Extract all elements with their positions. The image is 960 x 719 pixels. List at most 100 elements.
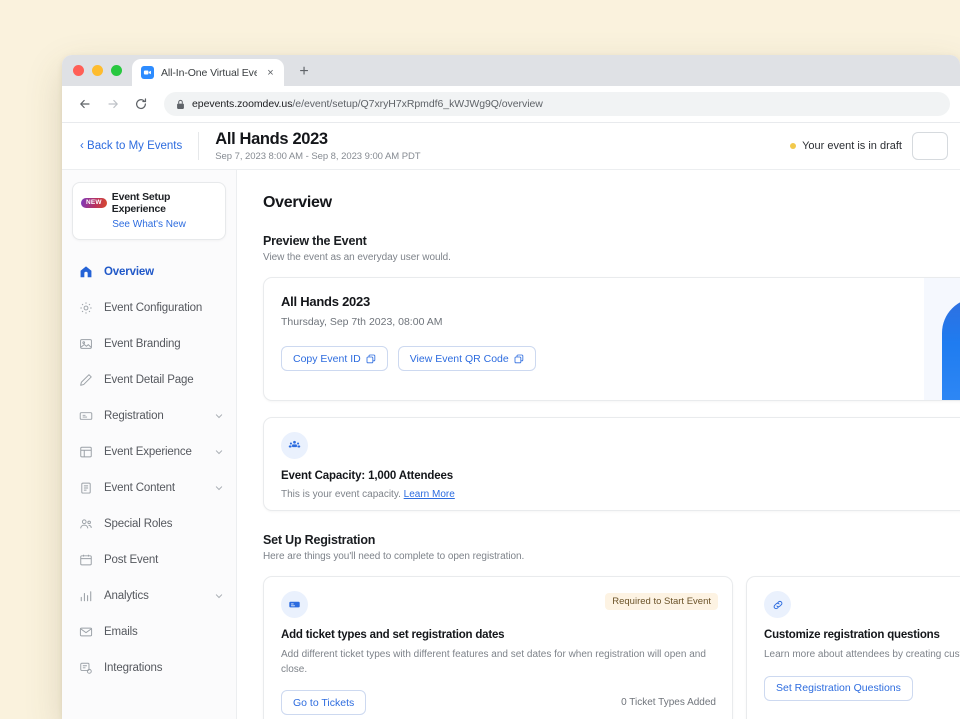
registration-section-head: Set Up Registration Here are things you'… [263,533,960,562]
registration-card-description: Add different ticket types with differen… [281,648,709,677]
status-text: Your event is in draft [802,140,902,152]
gear-icon [79,301,93,315]
browser-window: All-In-One Virtual Event Platfo × + [62,55,960,719]
status-dot-icon [790,143,796,149]
promo-title: Event Setup Experience [112,191,217,215]
sidebar-item-event-branding[interactable]: Event Branding [62,326,236,362]
browser-toolbar: epevents.zoomdev.us/e/event/setup/Q7xryH… [62,86,960,123]
ticket-types-count: 0 Ticket Types Added [621,697,716,708]
integrations-icon [79,661,93,675]
registration-card-footer: Set Registration Questions [764,676,960,701]
header-divider [198,132,199,160]
copy-event-id-label: Copy Event ID [293,353,361,365]
home-icon [79,265,93,279]
see-whats-new-link[interactable]: See What's New [81,219,217,230]
registration-card-title: Add ticket types and set registration da… [281,629,716,641]
sidebar-item-label: Overview [104,266,224,278]
app-body: NEW Event Setup Experience See What's Ne… [62,170,960,719]
sidebar-item-event-experience[interactable]: Event Experience [62,434,236,470]
sidebar-item-registration[interactable]: Registration [62,398,236,434]
capacity-description: This is your event capacity. Learn More [281,489,960,500]
close-icon[interactable]: × [264,66,277,79]
sidebar-item-event-content[interactable]: Event Content [62,470,236,506]
sidebar-item-event-configuration[interactable]: Event Configuration [62,290,236,326]
registration-card-footer: Go to Tickets 0 Ticket Types Added [281,690,716,715]
registration-section-title: Set Up Registration [263,533,960,547]
browser-tab[interactable]: All-In-One Virtual Event Platfo × [132,59,284,86]
back-icon[interactable] [72,91,98,117]
header-actions: Your event is in draft [790,132,948,160]
new-tab-button[interactable]: + [291,59,317,85]
minimize-window-button[interactable] [92,65,103,76]
sidebar-item-label: Registration [104,410,203,422]
preview-section-sub: View the event as an everyday user would… [263,252,960,263]
ticket-card-icon [281,591,308,618]
preview-event-date: Thursday, Sep 7th 2023, 08:00 AM [281,316,924,328]
people-group-icon [281,432,308,459]
browser-tab-strip: All-In-One Virtual Event Platfo × + [62,55,960,86]
capacity-title: Event Capacity: 1,000 Attendees [281,470,960,482]
event-preview-card: All Hands 2023 Thursday, Sep 7th 2023, 0… [263,277,960,401]
url-path: /e/event/setup/Q7xryH7xRpmdf6_kWJWg9Q/ov… [292,98,542,110]
sidebar-item-label: Event Branding [104,338,224,350]
browser-tab-title: All-In-One Virtual Event Platfo [161,67,257,79]
copy-icon [514,354,524,364]
window-traffic-lights [71,55,132,86]
preview-section-title: Preview the Event [263,234,960,248]
sidebar-item-label: Event Detail Page [104,374,224,386]
clipboard-icon [79,481,93,495]
sidebar-item-integrations[interactable]: Integrations [62,650,236,686]
sidebar-item-overview[interactable]: Overview [62,254,236,290]
registration-card-description: Learn more about attendees by creating c… [764,648,960,663]
chevron-down-icon [214,411,224,421]
sidebar-item-event-detail-page[interactable]: Event Detail Page [62,362,236,398]
app-header: ‹ Back to My Events All Hands 2023 Sep 7… [62,123,960,170]
sidebar-item-analytics[interactable]: Analytics [62,578,236,614]
new-badge: NEW [81,198,107,209]
sidebar-item-label: Integrations [104,662,224,674]
url-domain: epevents.zoomdev.us [192,98,292,110]
status-badge: Your event is in draft [790,140,902,152]
registration-section-sub: Here are things you'll need to complete … [263,551,960,562]
chevron-down-icon [214,447,224,457]
web-app: ‹ Back to My Events All Hands 2023 Sep 7… [62,123,960,719]
overview-heading: Overview [263,194,960,212]
set-registration-questions-button[interactable]: Set Registration Questions [764,676,913,701]
reload-icon[interactable] [128,91,154,117]
copy-icon [366,354,376,364]
view-event-qr-code-button[interactable]: View Event QR Code [398,346,536,371]
address-bar[interactable]: epevents.zoomdev.us/e/event/setup/Q7xryH… [164,92,950,116]
maximize-window-button[interactable] [111,65,122,76]
view-qr-label: View Event QR Code [410,353,509,365]
preview-section-head: Preview the Event View the event as an e… [263,234,960,263]
calendar-grid-icon [79,445,93,459]
learn-more-link[interactable]: Learn More [404,489,455,500]
image-icon [79,337,93,351]
lock-icon [176,99,185,110]
copy-event-id-button[interactable]: Copy Event ID [281,346,388,371]
sidebar: NEW Event Setup Experience See What's Ne… [62,170,237,719]
go-to-tickets-button[interactable]: Go to Tickets [281,690,366,715]
header-titles: All Hands 2023 Sep 7, 2023 8:00 AM - Sep… [215,130,420,162]
calendar-icon [79,553,93,567]
sidebar-item-post-event[interactable]: Post Event [62,542,236,578]
screen-root: All-In-One Virtual Event Platfo × + [0,0,960,719]
sidebar-item-label: Post Event [104,554,224,566]
event-preview-details: All Hands 2023 Thursday, Sep 7th 2023, 0… [264,278,924,400]
close-window-button[interactable] [73,65,84,76]
sidebar-item-label: Event Content [104,482,203,494]
forward-icon[interactable] [100,91,126,117]
back-to-my-events-link[interactable]: ‹ Back to My Events [80,140,198,152]
header-action-button[interactable] [912,132,948,160]
registration-card-title: Customize registration questions [764,629,960,641]
zoom-favicon [141,66,154,79]
ticket-icon [79,409,93,423]
sidebar-item-label: Special Roles [104,518,224,530]
promo-card[interactable]: NEW Event Setup Experience See What's Ne… [72,182,226,240]
sidebar-item-label: Emails [104,626,224,638]
people-icon [79,517,93,531]
required-badge: Required to Start Event [605,593,718,610]
sidebar-item-label: Event Configuration [104,302,224,314]
sidebar-item-emails[interactable]: Emails [62,614,236,650]
sidebar-item-special-roles[interactable]: Special Roles [62,506,236,542]
